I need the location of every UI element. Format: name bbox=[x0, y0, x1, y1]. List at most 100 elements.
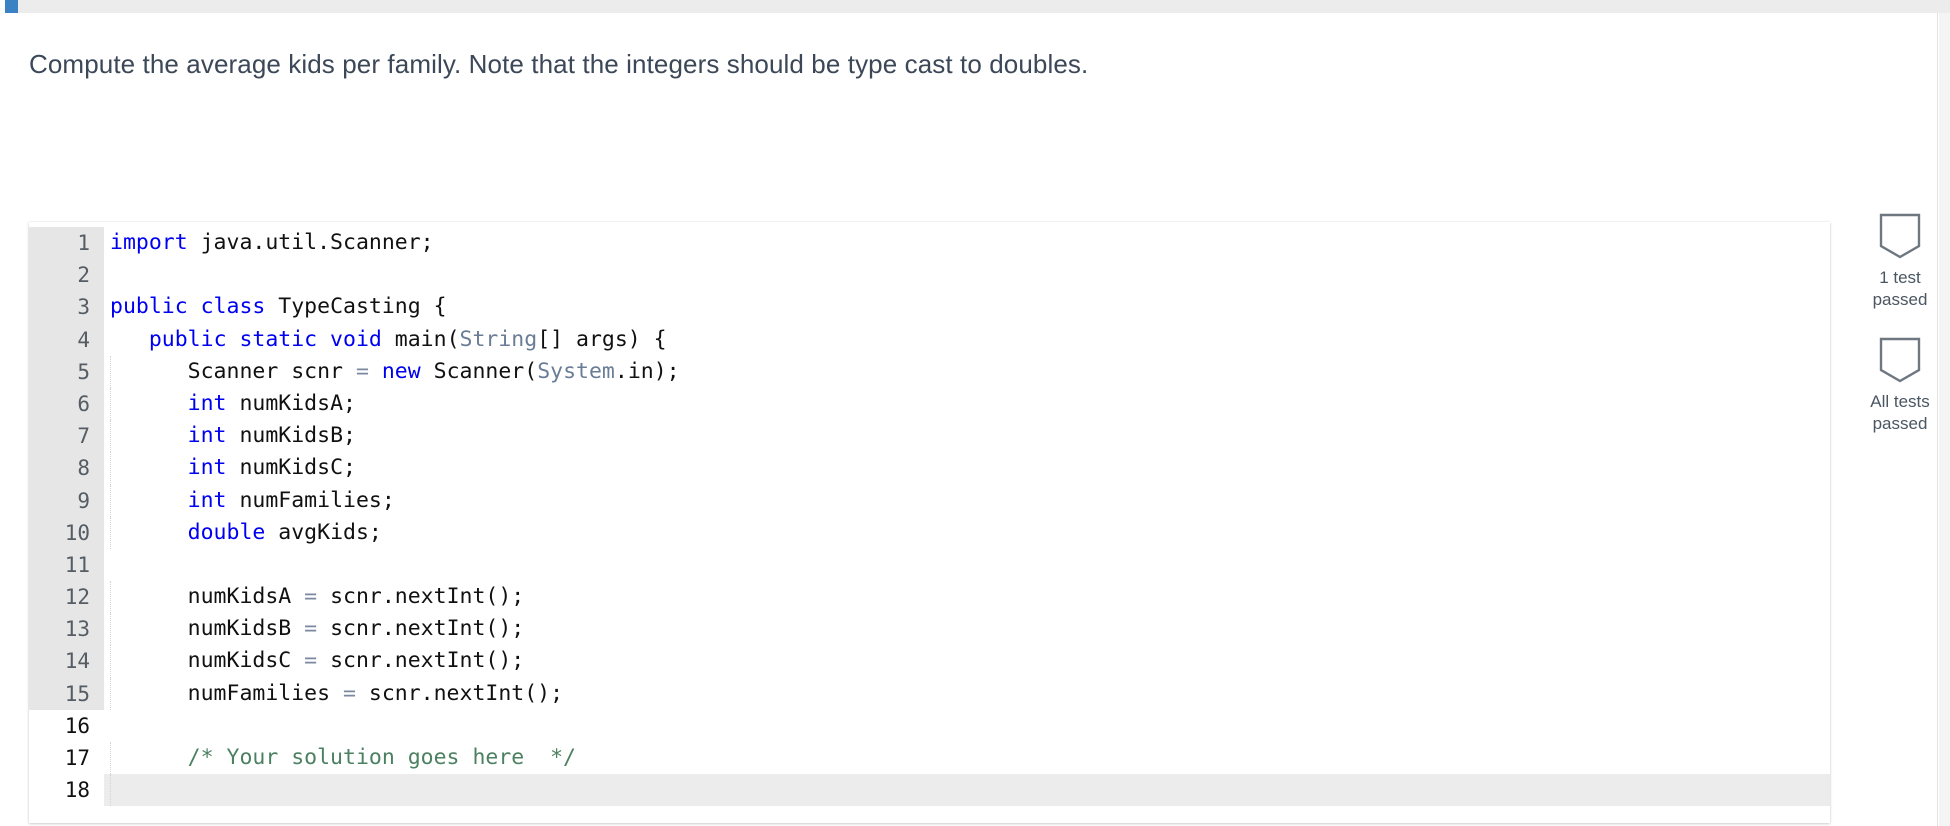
code-token: numKidsB bbox=[110, 616, 305, 642]
line-number: 6 bbox=[29, 387, 104, 421]
code-line-content: int numKidsA; bbox=[104, 387, 1830, 421]
code-line-content: int numKidsB; bbox=[104, 420, 1830, 453]
test-result-label-line1: All tests bbox=[1870, 392, 1930, 411]
code-token: int bbox=[187, 423, 227, 449]
code-line: 14 numKidsC = scnr.nextInt(); bbox=[29, 645, 1830, 678]
code-line-content: public class TypeCasting { bbox=[104, 291, 1830, 323]
window-top-strip bbox=[0, 0, 1950, 13]
line-number: 17 bbox=[29, 742, 104, 775]
line-number: 1 bbox=[29, 227, 104, 260]
code-token: numKidsC bbox=[110, 648, 305, 674]
line-number: 5 bbox=[29, 355, 104, 388]
code-line-content[interactable]: /* Your solution goes here */ bbox=[104, 742, 1830, 775]
code-token: numKidsA; bbox=[226, 390, 356, 416]
indent-guide bbox=[110, 581, 111, 614]
code-line-content: public static void main(String[] args) { bbox=[104, 324, 1830, 356]
code-token: /* Your solution goes here */ bbox=[187, 745, 576, 770]
code-line-content bbox=[104, 259, 1830, 291]
indent-guide bbox=[110, 484, 111, 517]
code-token: String bbox=[459, 326, 538, 352]
code-token: = bbox=[355, 358, 369, 384]
code-token: numKidsC; bbox=[226, 455, 356, 481]
code-line: 10 double avgKids; bbox=[29, 516, 1830, 549]
indent-guide bbox=[110, 677, 111, 710]
code-line: 6 int numKidsA; bbox=[29, 387, 1830, 421]
code-editor-panel[interactable]: 1 import java.util.Scanner; 2 3 public class… bbox=[29, 222, 1830, 823]
content-page: Compute the average kids per family. Not… bbox=[0, 13, 1938, 826]
code-line: 7 int numKidsB; bbox=[29, 420, 1830, 453]
code-line-content[interactable] bbox=[104, 710, 1830, 742]
code-token: System bbox=[537, 358, 615, 384]
indent-guide bbox=[110, 613, 111, 646]
code-token: int bbox=[187, 390, 227, 416]
code-line: 5 Scanner scnr = new Scanner(System.in); bbox=[29, 355, 1830, 388]
code-line: 9 int numFamilies; bbox=[29, 484, 1830, 517]
code-line-content: numKidsC = scnr.nextInt(); bbox=[104, 645, 1830, 678]
code-line-content: int numKidsC; bbox=[104, 452, 1830, 485]
code-line-content: int numFamilies; bbox=[104, 484, 1830, 517]
code-token: scnr.nextInt(); bbox=[317, 584, 525, 610]
test-result-label-line2: passed bbox=[1872, 290, 1928, 309]
code-token: Scanner scnr bbox=[110, 358, 356, 384]
indent-guide bbox=[110, 742, 111, 775]
code-line[interactable]: 16 bbox=[29, 709, 1830, 742]
code-token: new bbox=[381, 358, 421, 384]
line-number: 13 bbox=[29, 613, 104, 646]
line-number: 12 bbox=[29, 581, 104, 614]
test-result-item[interactable]: 1 test passed bbox=[1855, 213, 1945, 311]
code-line-content: numKidsB = scnr.nextInt(); bbox=[104, 613, 1830, 646]
code-line-content[interactable] bbox=[104, 774, 1830, 807]
code-token: public class bbox=[110, 294, 266, 320]
active-tab-marker[interactable] bbox=[5, 0, 18, 13]
code-token: numFamilies; bbox=[226, 487, 395, 513]
line-number: 15 bbox=[29, 677, 104, 710]
code-line: 11 bbox=[29, 548, 1830, 582]
code-token: = bbox=[304, 584, 318, 610]
indent-guide bbox=[110, 452, 111, 485]
badge-icon bbox=[1879, 213, 1921, 259]
code-token: scnr.nextInt(); bbox=[317, 648, 525, 674]
line-number: 9 bbox=[29, 484, 104, 517]
code-token: main( bbox=[381, 326, 460, 352]
code-token: int bbox=[187, 487, 227, 513]
code-line: 2 bbox=[29, 259, 1830, 292]
badge-icon bbox=[1879, 337, 1921, 383]
code-editor-lines[interactable]: 1 import java.util.Scanner; 2 3 public class… bbox=[29, 222, 1830, 807]
code-line[interactable]: 17 /* Your solution goes here */ bbox=[29, 742, 1830, 775]
code-line: 3 public class TypeCasting { bbox=[29, 291, 1830, 324]
code-line[interactable]: 18 bbox=[29, 774, 1830, 807]
code-line: 13 numKidsB = scnr.nextInt(); bbox=[29, 613, 1830, 646]
code-line-content bbox=[104, 549, 1830, 581]
code-token: [] args) { bbox=[537, 326, 667, 352]
code-token: import bbox=[110, 230, 188, 255]
code-token: = bbox=[343, 680, 356, 706]
test-result-item[interactable]: All tests passed bbox=[1855, 337, 1945, 435]
code-line: 15 numFamilies = scnr.nextInt(); bbox=[29, 677, 1830, 710]
indent-guide bbox=[110, 774, 111, 807]
code-token: public static void bbox=[148, 326, 382, 352]
code-line-content: import java.util.Scanner; bbox=[104, 227, 1830, 259]
line-number: 2 bbox=[29, 259, 104, 292]
indent-guide bbox=[110, 387, 111, 421]
code-token: int bbox=[187, 455, 227, 481]
indent-guide bbox=[110, 355, 111, 388]
code-token: = bbox=[304, 648, 318, 674]
code-line-content: Scanner scnr = new Scanner(System.in); bbox=[104, 355, 1830, 388]
indent-guide bbox=[110, 645, 111, 678]
code-line: 12 numKidsA = scnr.nextInt(); bbox=[29, 581, 1830, 614]
code-line-content: numFamilies = scnr.nextInt(); bbox=[104, 677, 1830, 710]
code-line: 4 public static void main(String[] args)… bbox=[29, 323, 1830, 356]
code-token: TypeCasting { bbox=[265, 294, 447, 320]
code-token: numKidsB; bbox=[226, 423, 356, 449]
code-line-content: numKidsA = scnr.nextInt(); bbox=[104, 581, 1830, 614]
indent-guide bbox=[110, 420, 111, 453]
code-token: = bbox=[304, 616, 318, 642]
